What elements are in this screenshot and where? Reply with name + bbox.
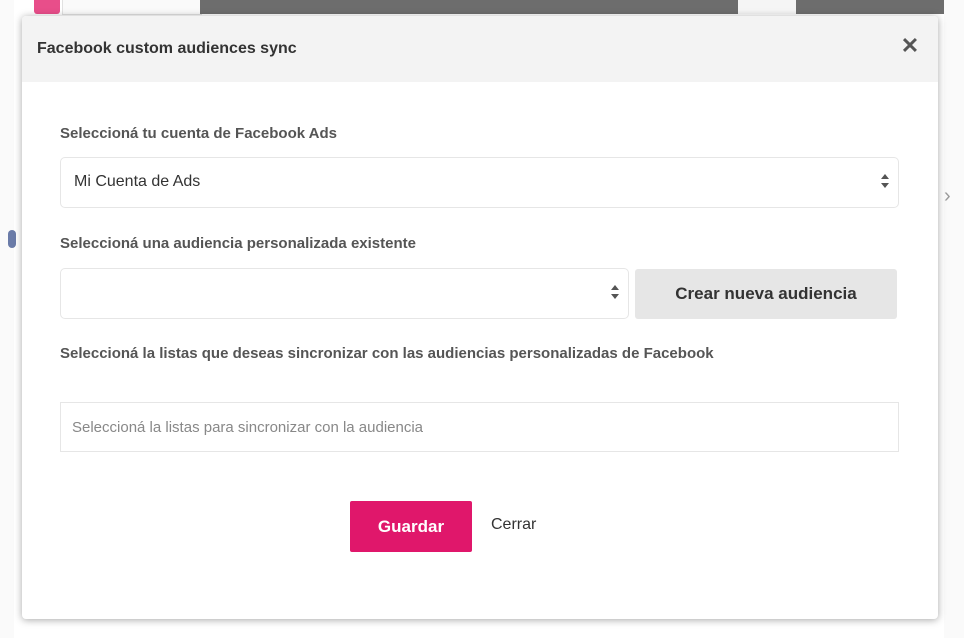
select-arrows-icon (881, 174, 889, 188)
close-link[interactable]: Cerrar (491, 516, 536, 534)
background-tab (62, 0, 202, 15)
modal-title: Facebook custom audiences sync (37, 40, 297, 57)
save-button[interactable]: Guardar (350, 501, 472, 552)
background-brand-tab (34, 0, 60, 14)
background-indicator (8, 230, 16, 248)
create-audience-button[interactable]: Crear nueva audiencia (635, 269, 897, 319)
lists-input[interactable]: Seleccioná la listas para sincronizar co… (60, 402, 899, 452)
account-select[interactable]: Mi Cuenta de Ads (60, 157, 899, 208)
background-toolbar (200, 0, 952, 14)
account-label: Seleccioná tu cuenta de Facebook Ads (60, 125, 338, 142)
background-right-edge (944, 0, 964, 638)
background-left-edge (0, 0, 14, 638)
modal-header: Facebook custom audiences sync ✕ (22, 16, 938, 82)
facebook-sync-modal: Facebook custom audiences sync ✕ Selecci… (22, 16, 938, 619)
close-icon[interactable]: ✕ (898, 34, 922, 58)
account-select-value: Mi Cuenta de Ads (74, 173, 201, 190)
background-toolbar-segment (738, 0, 796, 14)
lists-label: Seleccioná la listas que deseas sincroni… (60, 345, 714, 362)
audience-label: Seleccioná una audiencia personalizada e… (60, 235, 416, 252)
background-chevron-icon: › (944, 185, 951, 207)
lists-input-placeholder: Seleccioná la listas para sincronizar co… (72, 419, 424, 436)
audience-select[interactable] (60, 268, 629, 319)
select-arrows-icon (611, 285, 619, 299)
